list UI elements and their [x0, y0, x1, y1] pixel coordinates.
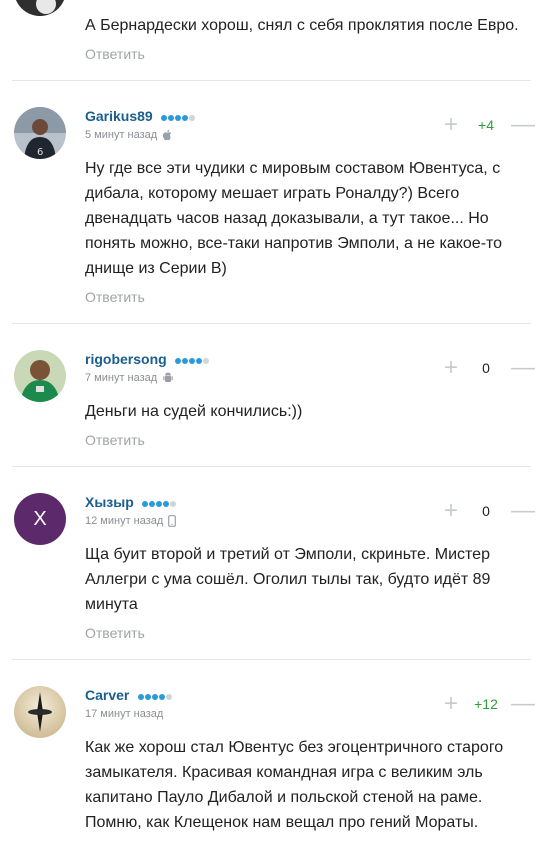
comment-text: Как же хорош стал Ювентус без эгоцентрич… — [85, 739, 504, 831]
vote-score: 0 — [482, 360, 490, 376]
avatar[interactable] — [14, 686, 66, 738]
comment-time: 5 минут назад — [85, 129, 158, 142]
comment-meta: Carver 17 минут назад — [85, 687, 173, 720]
apple-icon — [163, 130, 172, 141]
vote-controls: + 0 — — [441, 356, 535, 380]
phone-icon — [168, 515, 177, 528]
vote-controls: + +12 — — [441, 692, 535, 716]
android-icon — [163, 372, 173, 383]
vote-controls: + +4 — — [441, 113, 535, 137]
divider — [12, 80, 531, 81]
comment-meta: Хызыр 12 минут назад — [85, 494, 177, 527]
avatar[interactable] — [14, 350, 66, 402]
comment-meta: Garikus89 5 минут назад — [85, 108, 196, 141]
comment-time-row: 7 минут назад — [85, 372, 210, 384]
comment-time: 17 минут назад — [85, 708, 164, 721]
avatar[interactable]: 6 — [14, 107, 66, 159]
vote-score: +12 — [474, 696, 498, 712]
upvote-button[interactable]: + — [441, 356, 461, 380]
rating-dots — [142, 494, 177, 512]
rating-dots — [161, 108, 196, 126]
svg-text:6: 6 — [37, 147, 43, 158]
comment-time: 7 минут назад — [85, 372, 158, 385]
reply-button[interactable]: Ответить — [85, 289, 145, 305]
username[interactable]: Carver — [85, 687, 129, 703]
comment-time-row: 5 минут назад — [85, 129, 196, 141]
username[interactable]: rigobersong — [85, 351, 167, 367]
comment-text: Ща буит второй и третий от Эмполи, скрин… — [85, 546, 491, 613]
comment-time: 12 минут назад — [85, 515, 164, 528]
username[interactable]: Garikus89 — [85, 108, 153, 124]
comment-time-row: 17 минут назад — [85, 708, 173, 720]
upvote-button[interactable]: + — [441, 692, 461, 716]
downvote-button[interactable]: — — [511, 499, 535, 523]
avatar[interactable]: Х — [14, 493, 66, 545]
avatar[interactable] — [14, 0, 66, 16]
divider — [12, 659, 531, 660]
downvote-button[interactable]: — — [511, 692, 535, 716]
rating-dots — [175, 351, 210, 369]
comment-text: Деньги на судей кончились:)) — [85, 403, 303, 420]
reply-button[interactable]: Ответить — [85, 432, 145, 448]
rating-dots — [137, 687, 173, 705]
vote-score: 0 — [482, 503, 490, 519]
comment-time-row: 12 минут назад — [85, 515, 177, 527]
comment-text: Ну где все эти чудики с мировым составом… — [85, 160, 503, 277]
downvote-button[interactable]: — — [511, 356, 535, 380]
avatar-letter: Х — [33, 507, 47, 530]
downvote-button[interactable]: — — [511, 113, 535, 137]
vote-controls: + 0 — — [441, 499, 535, 523]
divider — [12, 466, 531, 467]
comment-text: А Бернардески хорош, снял с себя проклят… — [85, 17, 519, 34]
vote-score: +4 — [478, 117, 494, 133]
upvote-button[interactable]: + — [441, 113, 461, 137]
upvote-button[interactable]: + — [441, 499, 461, 523]
comment-meta: rigobersong 7 минут назад — [85, 351, 210, 384]
divider — [12, 323, 531, 324]
reply-button[interactable]: Ответить — [85, 625, 145, 641]
reply-button[interactable]: Ответить — [85, 46, 145, 62]
username[interactable]: Хызыр — [85, 494, 134, 510]
